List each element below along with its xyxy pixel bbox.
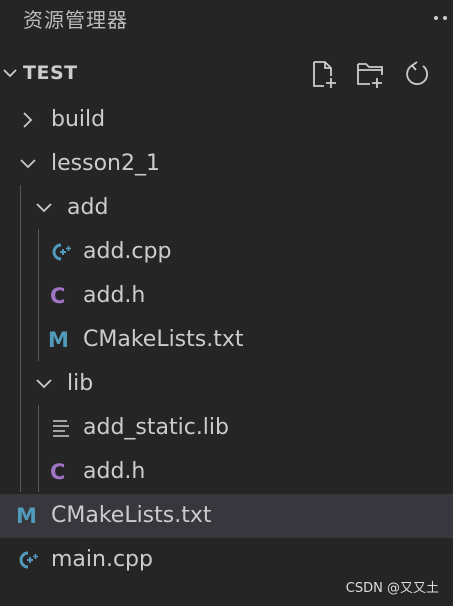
tree-folder-add[interactable]: add — [0, 186, 453, 230]
workspace-title: TEST — [23, 62, 78, 84]
tree-item-label: add_static.lib — [83, 415, 229, 440]
c-header-file-icon: C — [50, 284, 66, 308]
tree-item-label: lesson2_1 — [51, 151, 160, 176]
chevron-down-icon — [34, 374, 54, 394]
tree-item-label: build — [51, 107, 106, 132]
tree-item-label: lib — [67, 371, 94, 396]
tree-file-add-cpp[interactable]: add.cpp — [0, 230, 453, 274]
tree-file-cmakelists-root[interactable]: M CMakeLists.txt — [0, 494, 453, 538]
tree-file-add-h[interactable]: C add.h — [0, 274, 453, 318]
tree-folder-build[interactable]: build — [0, 98, 453, 142]
cmake-file-icon: M — [48, 328, 69, 352]
refresh-icon[interactable] — [403, 58, 433, 90]
tree-folder-lib[interactable]: lib — [0, 362, 453, 406]
new-file-icon[interactable] — [309, 58, 339, 90]
tree-file-main-cpp[interactable]: main.cpp — [0, 538, 453, 582]
tree-item-label: add.cpp — [83, 239, 172, 264]
cpp-file-icon — [49, 241, 73, 263]
chevron-down-icon — [2, 65, 18, 81]
tree-folder-lesson2-1[interactable]: lesson2_1 — [0, 142, 453, 186]
c-header-file-icon: C — [50, 460, 66, 484]
explorer-title-bar: 资源管理器 — [0, 0, 453, 40]
text-file-icon — [51, 417, 75, 439]
chevron-down-icon — [18, 154, 38, 174]
chevron-down-icon — [34, 198, 54, 218]
explorer-title: 资源管理器 — [23, 8, 128, 32]
tree-file-add-h[interactable]: C add.h — [0, 450, 453, 494]
ellipsis-icon[interactable] — [432, 6, 450, 26]
workspace-section-header[interactable]: TEST — [0, 53, 453, 95]
new-folder-icon[interactable] — [355, 58, 385, 90]
watermark: CSDN @又又土 — [345, 581, 439, 596]
tree-item-label: add — [67, 195, 109, 220]
file-explorer: 资源管理器 TEST build lesson2_1 add add.cpp C… — [0, 0, 453, 606]
chevron-right-icon — [18, 110, 38, 130]
tree-file-cmakelists[interactable]: M CMakeLists.txt — [0, 318, 453, 362]
tree-item-label: CMakeLists.txt — [51, 503, 212, 528]
tree-item-label: CMakeLists.txt — [83, 327, 244, 352]
tree-item-label: add.h — [83, 283, 146, 308]
cpp-file-icon — [16, 549, 40, 571]
cmake-file-icon: M — [16, 504, 37, 528]
tree-item-label: add.h — [83, 459, 146, 484]
tree-file-add-static-lib[interactable]: add_static.lib — [0, 406, 453, 450]
tree-item-label: main.cpp — [51, 547, 153, 572]
